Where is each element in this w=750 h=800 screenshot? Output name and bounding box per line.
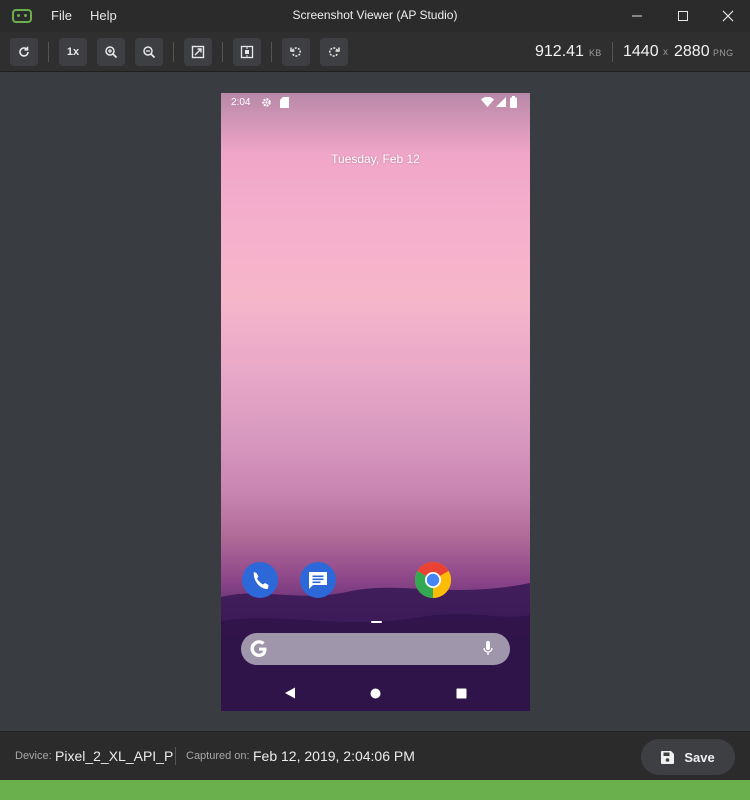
accent-status-strip: [0, 780, 750, 800]
status-time: 2:04: [231, 97, 251, 108]
close-button[interactable]: [706, 0, 750, 32]
recents-square-icon: [456, 688, 466, 698]
app-logo-icon: [12, 9, 32, 23]
image-canvas[interactable]: 2:04 Tuesday, Feb 12: [0, 72, 750, 731]
toolbar-separator: [173, 42, 174, 62]
save-button[interactable]: Save: [641, 739, 735, 775]
footer-bar: Device: Pixel_2_XL_API_P Captured on: Fe…: [0, 731, 750, 780]
cellular-signal-icon: [496, 97, 506, 107]
rotate-right-button[interactable]: [320, 38, 348, 66]
toolbar-separator: [222, 42, 223, 62]
title-bar: File Help Screenshot Viewer (AP Studio): [0, 0, 750, 32]
google-logo-icon: [250, 640, 267, 657]
toolbar-separator: [48, 42, 49, 62]
messages-app: [300, 562, 336, 598]
phone-icon: [242, 562, 278, 598]
zoom-in-icon: [105, 46, 118, 59]
zoom-out-button[interactable]: [135, 38, 163, 66]
file-size-unit: KB: [589, 48, 602, 58]
refresh-icon: [19, 46, 29, 57]
menu-help[interactable]: Help: [90, 8, 117, 23]
chrome-app: [414, 561, 452, 598]
image-format: PNG: [713, 48, 734, 58]
close-icon: [722, 10, 734, 22]
toolbar-separator: [612, 42, 613, 62]
footer-separator: [175, 747, 176, 765]
settings-gear-icon: [262, 98, 271, 107]
captured-label: Captured on:: [186, 750, 250, 762]
nav-back: [272, 675, 308, 711]
app-drawer-handle: [371, 621, 382, 623]
fit-to-window-button[interactable]: [184, 38, 212, 66]
actual-size-button[interactable]: 1x: [59, 38, 87, 66]
menu-file[interactable]: File: [51, 8, 72, 23]
zoom-out-icon: [143, 46, 156, 59]
device-value: Pixel_2_XL_API_P: [55, 748, 174, 764]
sd-card-icon: [280, 97, 289, 108]
messages-icon: [300, 562, 336, 598]
captured-value: Feb 12, 2019, 2:04:06 PM: [253, 748, 415, 764]
maximize-button[interactable]: [661, 0, 705, 32]
back-triangle-icon: [285, 687, 295, 699]
microphone-icon: [483, 641, 493, 655]
refresh-button[interactable]: [10, 38, 38, 66]
toolbar: 1x 912.41 KB 1440 x 2880 PNG: [0, 32, 750, 72]
save-button-label: Save: [684, 749, 715, 765]
image-height-value: 2880: [674, 43, 710, 60]
frame-icon: [240, 45, 254, 59]
fit-to-window-icon: [191, 45, 205, 59]
phone-app: [242, 562, 278, 598]
lockscreen-date: Tuesday, Feb 12: [331, 152, 420, 166]
save-disk-icon: [661, 750, 675, 764]
maximize-icon: [678, 11, 688, 21]
android-nav-bar: [221, 675, 530, 711]
battery-icon: [510, 96, 517, 108]
wifi-icon: [481, 97, 494, 107]
nav-home: [357, 675, 393, 711]
image-width-value: 1440: [623, 43, 659, 60]
chrome-icon: [414, 561, 452, 598]
nav-recents: [443, 675, 479, 711]
minimize-icon: [632, 15, 642, 17]
frame-button[interactable]: [233, 38, 261, 66]
minimize-button[interactable]: [615, 0, 659, 32]
dimension-separator: x: [663, 47, 669, 58]
toolbar-separator: [271, 42, 272, 62]
google-search-bar: [241, 633, 510, 665]
device-label: Device:: [15, 750, 52, 762]
home-circle-icon: [370, 688, 380, 698]
zoom-in-button[interactable]: [97, 38, 125, 66]
file-size-value: 912.41: [535, 43, 584, 60]
rotate-left-button[interactable]: [282, 38, 310, 66]
status-bar: 2:04: [221, 93, 530, 111]
rotate-left-icon: [290, 47, 301, 57]
rotate-right-icon: [329, 47, 340, 57]
phone-screenshot: 2:04 Tuesday, Feb 12: [221, 93, 530, 711]
